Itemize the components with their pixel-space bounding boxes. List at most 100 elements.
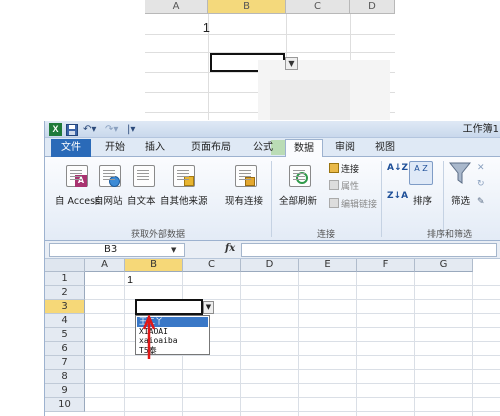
col-header-c[interactable]: C — [183, 259, 241, 272]
top-cell-a1-value: 1 — [202, 20, 210, 35]
grid-col-line — [298, 272, 299, 416]
filter-button[interactable]: 筛选 — [451, 193, 470, 207]
tab-formulas[interactable]: 公式 — [245, 139, 281, 157]
redo-icon[interactable]: ↷▾ — [105, 122, 118, 137]
title-bar: X ↶▾ ↷▾ |▾ 工作簿1 — [45, 121, 500, 138]
group-label-sort-filter: 排序和筛选 — [427, 230, 473, 240]
edit-links-label: 编辑链接 — [341, 200, 378, 210]
edit-links-icon — [329, 198, 339, 208]
grid-row-line — [85, 411, 500, 412]
refresh-all-icon — [289, 165, 311, 187]
top-col-header-c: C — [286, 0, 350, 14]
row-header-7[interactable]: 7 — [45, 356, 85, 370]
properties-button[interactable]: 属性 — [329, 179, 359, 192]
selected-cell-b3[interactable] — [135, 299, 203, 315]
cell-a1-value: 1 — [127, 274, 133, 286]
insert-function-icon[interactable]: fx — [225, 243, 235, 254]
existing-connections-icon — [235, 165, 257, 187]
tab-view[interactable]: 视图 — [367, 139, 403, 157]
undo-icon[interactable]: ↶▾ — [83, 122, 96, 137]
connections-label: 连接 — [341, 165, 360, 175]
group-separator — [271, 161, 272, 237]
from-web-button[interactable]: 自网站 — [94, 193, 123, 207]
existing-connections-button[interactable]: 现有连接 — [225, 193, 263, 207]
connections-icon — [329, 163, 339, 173]
tab-home[interactable]: 开始 — [99, 139, 131, 157]
col-header-a[interactable]: A — [85, 259, 125, 272]
grid-col-line — [414, 272, 415, 416]
worksheet-grid[interactable]: ABCDEFG 1 2 3 4 5 6 7 8 9 10 1 ▼ 王二丫 XIAOAI xaioa… — [45, 259, 500, 416]
name-box[interactable]: B3 — [49, 243, 185, 257]
sort-button[interactable]: 排序 — [413, 193, 432, 207]
row-header-6[interactable]: 6 — [45, 342, 85, 356]
name-box-dropdown-icon[interactable]: ▼ — [171, 246, 176, 254]
col-header-f[interactable]: F — [357, 259, 415, 272]
filter-funnel-icon — [448, 161, 472, 184]
customize-quick-access-icon[interactable]: |▾ — [127, 122, 135, 137]
grid-col-line — [240, 272, 241, 416]
grid-col-line — [472, 272, 473, 416]
save-icon[interactable] — [66, 122, 78, 137]
properties-label: 属性 — [341, 182, 360, 192]
ribbon-data: A 自 Access 自网站 自文本 自其他来源 现有连接 获取外部数据 全部刷… — [45, 157, 500, 241]
sort-dialog-icon: A Z — [409, 161, 433, 185]
from-text-button[interactable]: 自文本 — [127, 193, 156, 207]
ribbon-tab-bar: 文件 开始 插入 页面布局 公式 数据 审阅 视图 — [45, 138, 500, 157]
clear-filter-icon[interactable]: ✕ — [477, 163, 485, 173]
tab-insert[interactable]: 插入 — [139, 139, 171, 157]
row-header-4[interactable]: 4 — [45, 314, 85, 328]
excel-window: X ↶▾ ↷▾ |▾ 工作簿1 文件 开始 插入 页面布局 公式 数据 审阅 视… — [44, 121, 500, 416]
row-header-9[interactable]: 9 — [45, 384, 85, 398]
tab-data[interactable]: 数据 — [285, 139, 323, 157]
group-separator — [381, 161, 382, 237]
col-header-e[interactable]: E — [299, 259, 357, 272]
group-label-connections: 连接 — [317, 230, 336, 240]
grid-row-line — [85, 285, 500, 286]
row-header-2[interactable]: 2 — [45, 286, 85, 300]
web-page-icon — [99, 165, 121, 187]
reapply-filter-icon[interactable]: ↻ — [477, 179, 485, 189]
grid-row-line — [85, 369, 500, 370]
row-header-1[interactable]: 1 — [45, 272, 85, 286]
access-database-icon: A — [66, 165, 88, 187]
row-header-5[interactable]: 5 — [45, 328, 85, 342]
grid-row-line — [85, 383, 500, 384]
from-other-sources-button[interactable]: 自其他来源 — [160, 193, 208, 207]
group-separator — [443, 161, 444, 237]
row-header-8[interactable]: 8 — [45, 370, 85, 384]
top-sheet-fragment: A B C D 1 ▼ — [0, 0, 500, 120]
edit-links-button[interactable]: 编辑链接 — [329, 197, 377, 210]
blurred-region — [270, 80, 350, 120]
col-header-g[interactable]: G — [415, 259, 473, 272]
top-dropdown-arrow-icon[interactable]: ▼ — [285, 57, 298, 70]
select-all-corner[interactable] — [45, 259, 85, 272]
tab-file[interactable]: 文件 — [51, 139, 91, 157]
row-header-3[interactable]: 3 — [45, 300, 85, 314]
row-header-10[interactable]: 10 — [45, 398, 85, 412]
sort-ascending-icon[interactable]: A↓Z — [387, 163, 408, 173]
window-title: 工作簿1 — [462, 124, 499, 135]
grid-col-line — [356, 272, 357, 416]
grid-col-line — [124, 272, 125, 416]
other-sources-icon — [173, 165, 195, 187]
group-label-external-data: 获取外部数据 — [131, 230, 186, 240]
top-col-header-a: A — [145, 0, 208, 14]
tab-review[interactable]: 审阅 — [329, 139, 361, 157]
text-file-icon — [133, 165, 155, 187]
tab-page-layout[interactable]: 页面布局 — [183, 139, 239, 157]
properties-icon — [329, 180, 339, 190]
red-arrow-annotation-icon — [142, 315, 156, 359]
formula-input[interactable] — [241, 243, 497, 257]
advanced-filter-icon[interactable]: ✎ — [477, 197, 485, 207]
col-header-b[interactable]: B — [125, 259, 183, 272]
top-col-header-d: D — [350, 0, 395, 14]
formula-bar: B3 ▼ fx — [45, 241, 500, 259]
cell-dropdown-arrow-icon[interactable]: ▼ — [203, 301, 214, 314]
top-col-header-b: B — [208, 0, 286, 14]
sort-descending-icon[interactable]: Z↓A — [387, 191, 408, 201]
grid-row-line — [85, 397, 500, 398]
connections-button[interactable]: 连接 — [329, 162, 359, 175]
refresh-all-button[interactable]: 全部刷新 — [279, 193, 317, 207]
excel-app-icon[interactable]: X — [49, 123, 62, 136]
col-header-d[interactable]: D — [241, 259, 299, 272]
